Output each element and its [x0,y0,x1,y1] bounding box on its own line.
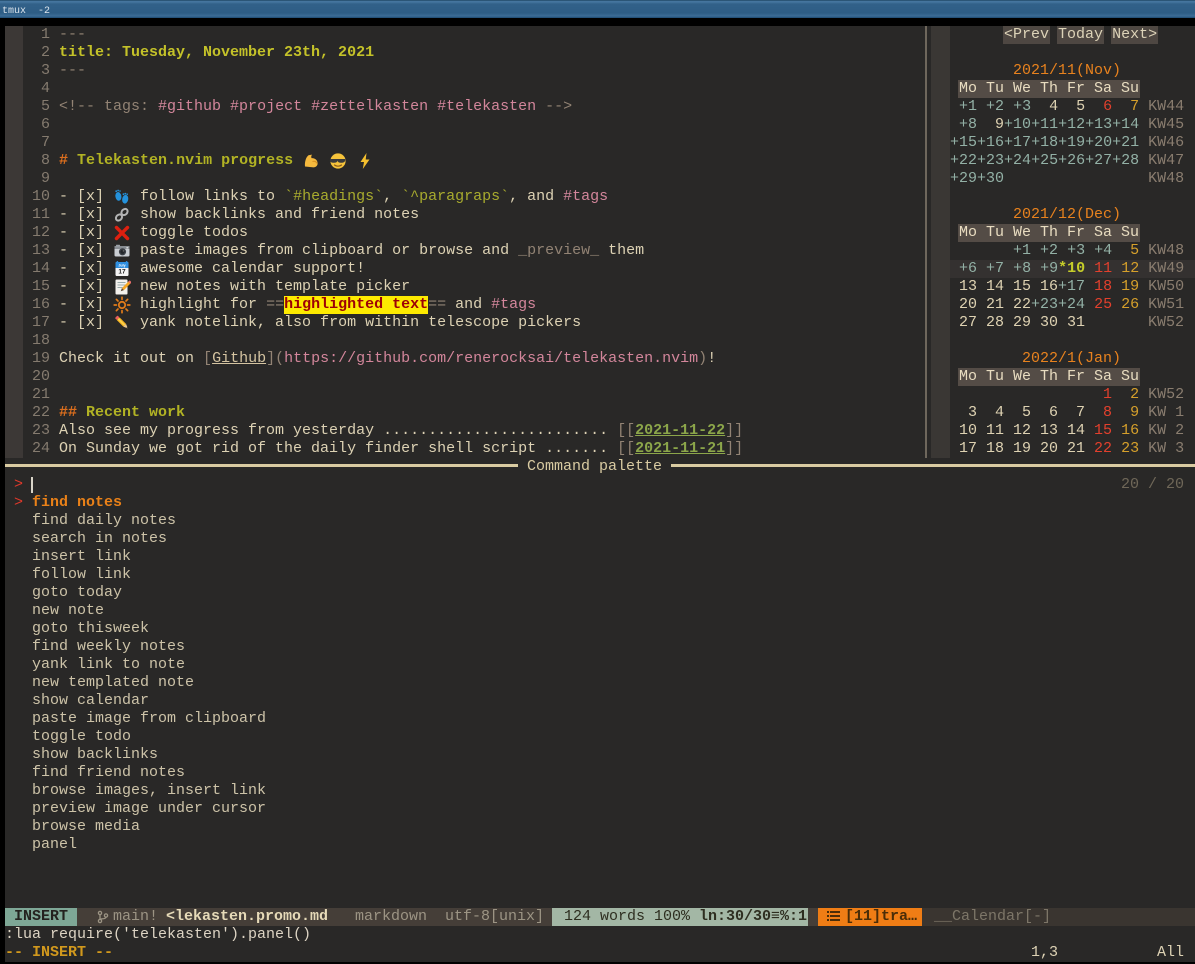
svg-text:July: July [118,264,125,268]
svg-text:17: 17 [118,269,126,276]
